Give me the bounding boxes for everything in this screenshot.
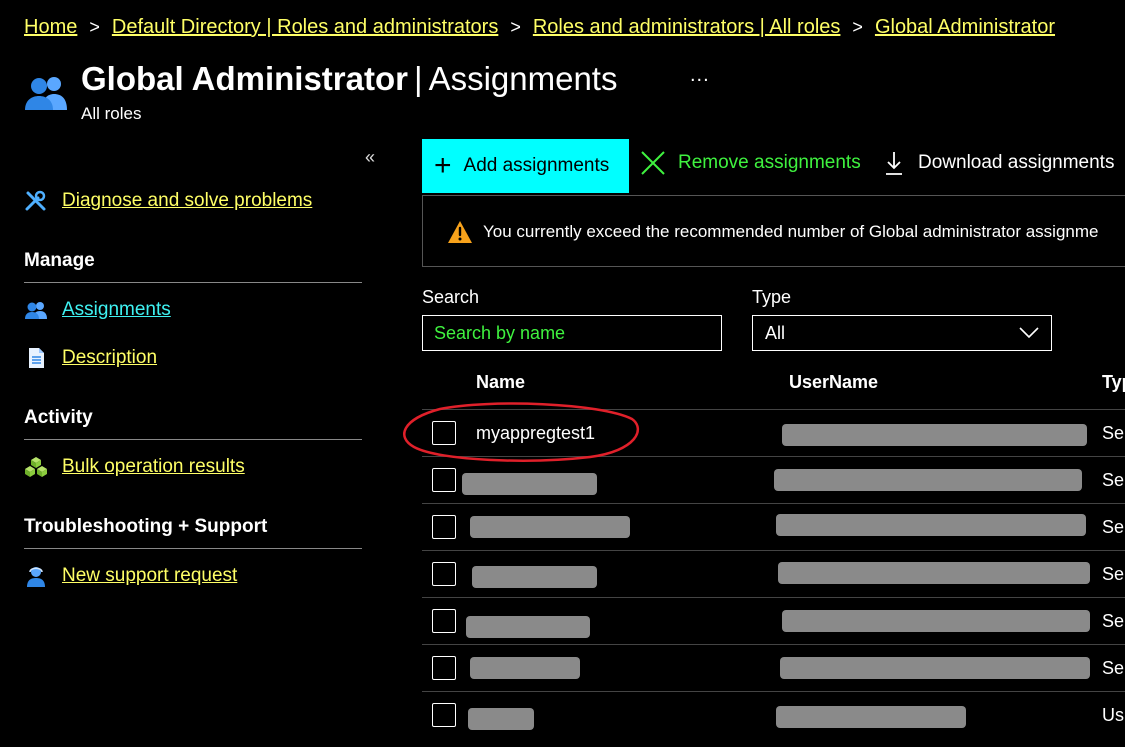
warning-banner: You currently exceed the recommended num… [422, 195, 1125, 267]
divider [24, 439, 362, 440]
remove-assignments-label: Remove assignments [678, 152, 861, 173]
more-options-button[interactable]: ... [690, 64, 710, 87]
row-checkbox[interactable] [432, 468, 456, 492]
redacted-name [462, 473, 597, 495]
sidebar-item-label: Diagnose and solve problems [62, 190, 313, 211]
sidebar-item-assignments[interactable]: Assignments [24, 298, 171, 322]
redacted-username [778, 562, 1090, 584]
sidebar-item-label: Assignments [62, 299, 171, 320]
download-assignments-label: Download assignments [918, 152, 1115, 173]
cell-type: Ser [1102, 517, 1125, 537]
redacted-username [774, 469, 1082, 491]
type-dropdown[interactable]: All [752, 315, 1052, 351]
page-subtitle: All roles [81, 104, 142, 123]
table-row[interactable]: myappregtest1 Ser [422, 409, 1125, 456]
cell-type: Us [1102, 705, 1124, 725]
chevron-down-icon [1019, 327, 1039, 339]
cell-type: Ser [1102, 564, 1125, 584]
close-icon [641, 151, 665, 175]
plus-icon: + [434, 149, 452, 182]
row-checkbox[interactable] [432, 421, 456, 445]
sidebar-item-bulk-operations[interactable]: Bulk operation results [24, 455, 245, 479]
table-row[interactable]: Ser [422, 597, 1125, 644]
download-icon [886, 152, 902, 175]
section-heading-troubleshooting: Troubleshooting + Support [24, 516, 268, 537]
row-checkbox[interactable] [432, 515, 456, 539]
breadcrumb-all-roles[interactable]: Roles and administrators | All roles [533, 16, 841, 39]
page-title: Global Administrator | Assignments [81, 60, 617, 98]
breadcrumb-separator: > [852, 17, 863, 37]
redacted-username [776, 706, 966, 728]
redacted-name [472, 566, 597, 588]
section-heading-manage: Manage [24, 250, 95, 271]
redacted-name [470, 657, 580, 679]
row-checkbox[interactable] [432, 562, 456, 586]
redacted-name [468, 708, 534, 730]
tools-icon [25, 190, 46, 211]
cell-name: myappregtest1 [476, 423, 596, 443]
type-label: Type [752, 287, 792, 307]
breadcrumb-default-directory[interactable]: Default Directory | Roles and administra… [112, 16, 498, 39]
page-title-role: Global Administrator [81, 60, 408, 97]
row-checkbox[interactable] [432, 609, 456, 633]
column-header-type[interactable]: Typ [1102, 372, 1125, 393]
sidebar-item-description[interactable]: Description [24, 346, 157, 370]
search-label: Search [422, 287, 480, 307]
sidebar-item-label: New support request [62, 565, 238, 586]
section-heading-activity: Activity [24, 407, 93, 428]
cell-type: Ser [1102, 423, 1125, 443]
breadcrumb-separator: > [89, 17, 100, 37]
sidebar-item-new-support-request[interactable]: New support request [24, 564, 237, 588]
download-assignments-button[interactable]: Download assignments [884, 150, 1114, 176]
add-assignments-label: Add assignments [463, 155, 610, 176]
collapse-sidebar-button[interactable]: « [365, 147, 375, 168]
divider [24, 282, 362, 283]
table-row[interactable]: Ser [422, 644, 1125, 691]
support-person-icon [27, 567, 45, 587]
breadcrumb-home[interactable]: Home [24, 16, 77, 39]
users-icon [25, 302, 47, 319]
sidebar-item-diagnose[interactable]: Diagnose and solve problems [24, 189, 312, 213]
redacted-username [782, 424, 1087, 446]
users-icon [25, 77, 67, 110]
breadcrumb-separator: > [510, 17, 521, 37]
divider [24, 548, 362, 549]
redacted-username [780, 657, 1090, 679]
warning-text: You currently exceed the recommended num… [483, 222, 1099, 241]
redacted-name [466, 616, 590, 638]
cell-type: Ser [1102, 611, 1125, 631]
page-title-section: Assignments [428, 60, 618, 97]
redacted-name [470, 516, 630, 538]
column-header-username[interactable]: UserName [789, 372, 878, 393]
table-row[interactable]: Ser [422, 456, 1125, 503]
redacted-username [776, 514, 1086, 536]
sidebar-item-label: Bulk operation results [62, 456, 245, 477]
breadcrumb-global-admin[interactable]: Global Administrator [875, 16, 1055, 39]
type-dropdown-value: All [765, 322, 786, 343]
document-icon [29, 348, 44, 368]
table-row[interactable]: Ser [422, 503, 1125, 550]
add-assignments-button[interactable]: + Add assignments [422, 139, 629, 193]
column-header-name[interactable]: Name [476, 372, 525, 393]
page-title-separator: | [413, 60, 423, 97]
redacted-username [782, 610, 1090, 632]
cell-type: Ser [1102, 470, 1125, 490]
remove-assignments-button[interactable]: Remove assignments [640, 150, 861, 176]
sidebar-item-label: Description [62, 347, 158, 368]
search-input[interactable] [422, 315, 722, 351]
row-checkbox[interactable] [432, 656, 456, 680]
row-checkbox[interactable] [432, 703, 456, 727]
table-row[interactable]: Ser [422, 550, 1125, 597]
breadcrumb: Home > Default Directory | Roles and adm… [24, 16, 1055, 39]
warning-icon [448, 221, 472, 243]
table-row[interactable]: Us [422, 691, 1125, 738]
cubes-icon [25, 457, 47, 477]
cell-type: Ser [1102, 658, 1125, 678]
